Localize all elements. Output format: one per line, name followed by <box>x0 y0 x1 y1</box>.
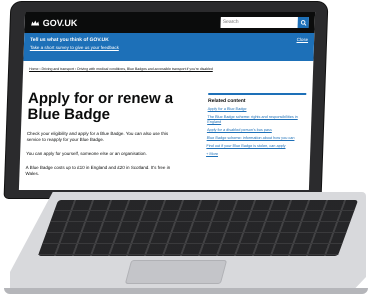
page-title: Apply for or renew a Blue Badge <box>27 90 174 123</box>
related-content: Related content Apply for a Blue Badge T… <box>206 93 307 157</box>
banner-title: Tell us what you think of GOV.UK <box>30 37 109 43</box>
related-column: Related content Apply for a Blue Badge T… <box>195 71 307 177</box>
related-link[interactable]: Apply for a disabled person's bus pass <box>207 128 305 133</box>
related-title: Related content <box>207 98 246 104</box>
search-button[interactable] <box>297 17 309 28</box>
govuk-header: GOV.UK <box>24 12 316 33</box>
breadcrumb[interactable]: Home › Driving and transport › Driving w… <box>23 61 313 71</box>
crown-icon <box>31 20 40 25</box>
laptop-base-edge <box>4 288 368 294</box>
related-link[interactable]: Find out if your Blue Badge is stolen, c… <box>206 144 304 149</box>
trackpad <box>124 260 228 284</box>
laptop-screen: GOV.UK Tell us what you think of GOV.UK … <box>18 12 316 190</box>
feedback-banner: Tell us what you think of GOV.UK Take a … <box>23 33 315 61</box>
apply-paragraph: You can apply for yourself, someone else… <box>26 151 147 156</box>
related-link[interactable]: Blue Badge scheme: information about how… <box>207 136 305 141</box>
related-link[interactable]: Apply for a Blue Badge <box>208 107 306 112</box>
search-box <box>220 17 309 28</box>
related-more-link[interactable]: + More <box>206 152 304 157</box>
search-icon <box>300 19 306 26</box>
main-content: Apply for or renew a Blue Badge Check yo… <box>19 71 313 177</box>
logo-text: GOV.UK <box>42 17 78 28</box>
keyboard-rows <box>37 200 359 256</box>
govuk-logo[interactable]: GOV.UK <box>31 18 78 28</box>
cost-paragraph: A Blue Badge costs up to £10 in England … <box>25 165 171 176</box>
banner-close-link[interactable]: Close <box>297 37 309 42</box>
intro-paragraph: Check your eligibility and apply for a B… <box>26 131 169 142</box>
main-column: Apply for or renew a Blue Badge Check yo… <box>25 71 199 177</box>
laptop: GOV.UK Tell us what you think of GOV.UK … <box>0 0 371 299</box>
survey-link[interactable]: Take a short survey to give us your feed… <box>30 45 308 50</box>
related-link[interactable]: The Blue Badge scheme: rights and respon… <box>207 115 305 125</box>
search-input[interactable] <box>220 17 298 28</box>
